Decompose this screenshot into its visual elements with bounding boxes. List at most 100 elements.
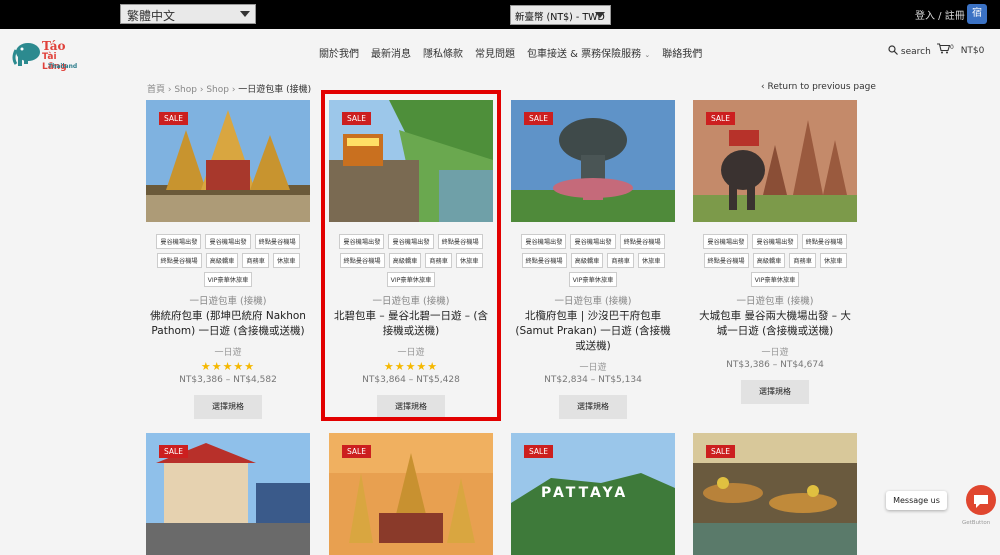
product-card[interactable]: SALE 曼谷機場出發 曼谷機場出發 終點曼谷機場 終點曼谷機場 高級轎車 商務… (693, 100, 857, 404)
tag: VIP豪華休旅車 (203, 272, 253, 287)
product-image[interactable]: SALE (693, 433, 857, 555)
cart-count: 0 (950, 44, 954, 51)
tag: 曼谷機場出發 (521, 234, 567, 249)
tag: 高級轎車 (205, 253, 239, 268)
getbutton-brand: GetButton (962, 520, 991, 526)
product-tags: 曼谷機場出發 曼谷機場出發 終點曼谷機場 終點曼谷機場 高級轎車 商務車 休旅車… (693, 234, 857, 287)
product-image[interactable]: SALE (511, 100, 675, 222)
return-link[interactable]: ‹ Return to previous page (761, 82, 876, 92)
language-select[interactable]: 繁體中文 (120, 4, 256, 24)
tag: VIP豪華休旅車 (750, 272, 800, 287)
tag: 終點曼谷機場 (703, 253, 749, 268)
tag: 曼谷機場出發 (156, 234, 202, 249)
sale-badge: SALE (524, 112, 553, 125)
product-price: NT$3,386 – NT$4,582 (179, 375, 277, 385)
breadcrumb-shop[interactable]: Shop (174, 85, 197, 95)
tag: 休旅車 (637, 253, 665, 268)
search-button[interactable]: search (888, 45, 931, 57)
product-category[interactable]: 一日遊包車 (接機) (511, 293, 675, 307)
return-link-label: Return to previous page (767, 82, 876, 92)
tag: 終點曼谷機場 (801, 234, 847, 249)
svg-text:PATTAYA: PATTAYA (541, 485, 628, 501)
product-image[interactable]: SALE (329, 433, 493, 555)
tag: 曼谷機場出發 (703, 234, 749, 249)
product-card[interactable]: SALE 曼谷機場出發 曼谷機場出發 終點曼谷機場 終點曼谷機場 高級轎車 商務… (511, 100, 675, 419)
tag: 終點曼谷機場 (619, 234, 665, 249)
nav-item-faq[interactable]: 常見問題 (475, 45, 515, 60)
tag: 曼谷機場出發 (205, 234, 251, 249)
highlight-box (321, 90, 501, 421)
product-card[interactable]: SALE (329, 433, 493, 555)
message-us-label[interactable]: Message us (886, 491, 947, 510)
tag: 終點曼谷機場 (254, 234, 300, 249)
sale-badge: SALE (159, 445, 188, 458)
product-price: NT$3,386 – NT$4,674 (726, 360, 824, 370)
product-title[interactable]: 大城包車 曼谷兩大機場出發 – 大城一日遊 (含接機或送機) (693, 309, 857, 339)
search-label: search (900, 47, 931, 57)
tag: 終點曼谷機場 (521, 253, 567, 268)
select-options-button[interactable]: 選擇規格 (559, 395, 627, 419)
tag: 曼谷機場出發 (752, 234, 798, 249)
main-nav: 關於我們 最新消息 隱私條款 常見問題 包車接送 & 票務保險服務 ⌄ 聯絡我們 (319, 45, 702, 60)
cart-total: NT$0 (960, 46, 985, 56)
tag: 曼谷機場出發 (570, 234, 616, 249)
language-select-value: 繁體中文 (127, 9, 176, 23)
sale-badge: SALE (706, 445, 735, 458)
search-icon (888, 45, 898, 55)
product-subtitle: 一日遊 (214, 348, 242, 358)
product-image[interactable]: SALE (146, 100, 310, 222)
product-category[interactable]: 一日遊包車 (接機) (693, 293, 857, 307)
sale-badge: SALE (706, 112, 735, 125)
tag: 商務車 (242, 253, 269, 268)
logo-line1: Táo (42, 39, 66, 53)
product-card[interactable]: SALE 曼谷機場出發 曼谷機場出發 終點曼谷機場 終點曼谷機場 高級轎車 商務… (146, 100, 310, 419)
nav-item-contact[interactable]: 聯絡我們 (662, 45, 702, 60)
nav-item-services-label: 包車接送 & 票務保險服務 (527, 49, 642, 60)
tag: 高級轎車 (570, 253, 604, 268)
product-card[interactable]: SALE (693, 433, 857, 555)
breadcrumb-shop-2[interactable]: Shop (206, 85, 229, 95)
product-card[interactable]: SALE (146, 433, 310, 555)
product-title[interactable]: 北欖府包車 | 沙沒巴干府包車 (Samut Prakan) 一日遊 (含接機或… (511, 309, 675, 354)
product-tags: 曼谷機場出發 曼谷機場出發 終點曼谷機場 終點曼谷機場 高級轎車 商務車 休旅車… (511, 234, 675, 287)
app-badge[interactable]: 宿 (967, 4, 987, 24)
tag: 休旅車 (819, 253, 847, 268)
tag: 高級轎車 (752, 253, 786, 268)
tag: VIP豪華休旅車 (568, 272, 618, 287)
currency-select[interactable]: 新臺幣 (NT$) - TWD (510, 5, 611, 25)
cart-button[interactable]: 0 NT$0 (937, 43, 984, 56)
breadcrumb-current: 一日遊包車 (接機) (238, 85, 312, 95)
rating-stars: ★★★★★ (200, 360, 256, 373)
product-image[interactable]: SALE (146, 433, 310, 555)
sale-badge: SALE (524, 445, 553, 458)
product-category[interactable]: 一日遊包車 (接機) (146, 293, 310, 307)
login-register-link[interactable]: 登入 / 註冊 (915, 7, 965, 22)
nav-item-about[interactable]: 關於我們 (319, 45, 359, 60)
product-title[interactable]: 佛統府包車 (那坤巴統府 Nakhon Pathom) 一日遊 (含接機或送機) (146, 309, 310, 339)
site-header: Táo Tài Lăng Thailand 關於我們 最新消息 隱私條款 常見問… (0, 29, 1000, 75)
product-image[interactable]: SALE (693, 100, 857, 222)
elephant-logo-icon (12, 43, 40, 66)
select-options-button[interactable]: 選擇規格 (741, 380, 809, 404)
tag: 休旅車 (272, 253, 300, 268)
product-card[interactable]: PATTAYA SALE (511, 433, 675, 555)
chevron-down-icon (595, 12, 605, 18)
top-bar: 繁體中文 新臺幣 (NT$) - TWD 登入 / 註冊 宿 (0, 0, 1000, 29)
site-logo[interactable]: Táo Tài Lăng Thailand (12, 36, 82, 72)
sale-badge: SALE (159, 112, 188, 125)
sale-badge: SALE (342, 445, 371, 458)
breadcrumb-home[interactable]: 首頁 (147, 85, 165, 95)
chat-button[interactable] (966, 485, 996, 515)
nav-item-privacy[interactable]: 隱私條款 (423, 45, 463, 60)
product-subtitle: 一日遊 (579, 363, 607, 373)
select-options-button[interactable]: 選擇規格 (194, 395, 262, 419)
nav-item-news[interactable]: 最新消息 (371, 45, 411, 60)
currency-select-value: 新臺幣 (NT$) - TWD (515, 12, 605, 23)
logo-line3: Thailand (48, 63, 78, 70)
tag: 終點曼谷機場 (156, 253, 202, 268)
tag: 商務車 (789, 253, 816, 268)
product-image[interactable]: PATTAYA SALE (511, 433, 675, 555)
product-tags: 曼谷機場出發 曼谷機場出發 終點曼谷機場 終點曼谷機場 高級轎車 商務車 休旅車… (146, 234, 310, 287)
nav-item-services[interactable]: 包車接送 & 票務保險服務 ⌄ (527, 45, 650, 60)
chevron-down-icon (240, 11, 250, 17)
